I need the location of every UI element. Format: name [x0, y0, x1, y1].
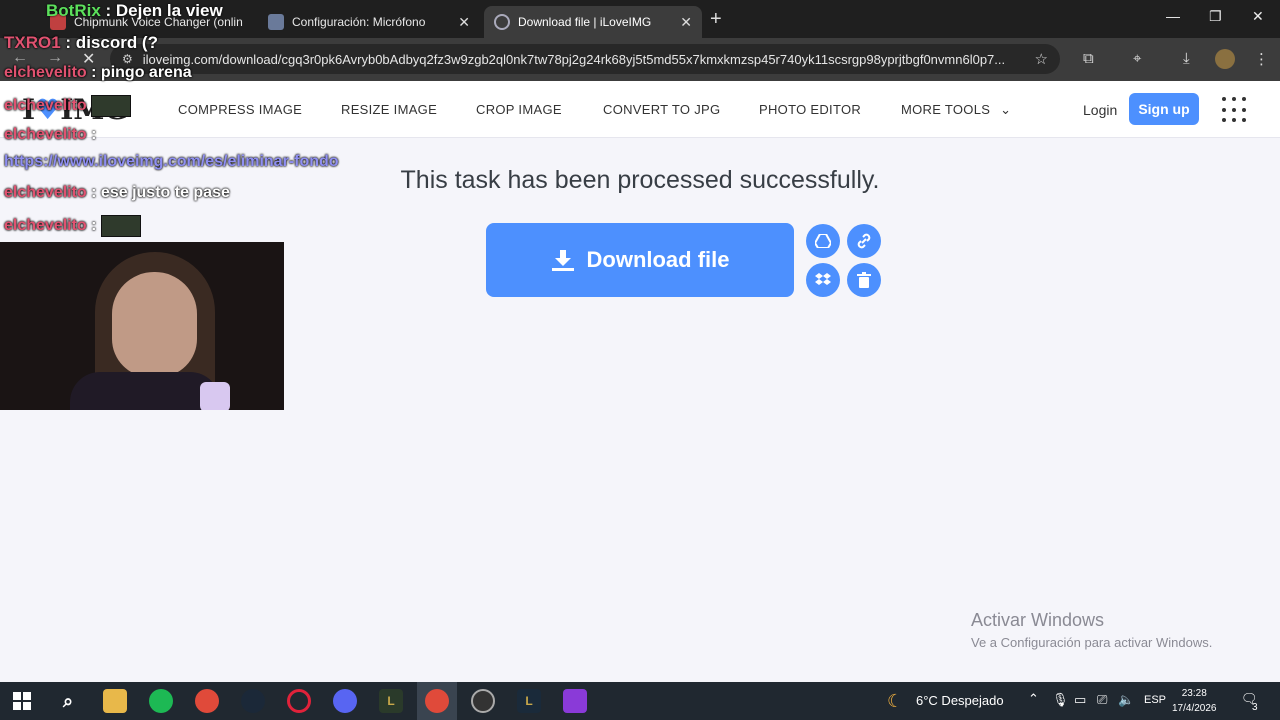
- download-icon: [551, 250, 574, 271]
- site-header: I♥IMG COMPRESS IMAGE RESIZE IMAGE CROP I…: [0, 81, 1280, 138]
- apps-grid-icon[interactable]: [1222, 97, 1248, 123]
- weather-moon-icon: ☾: [887, 691, 904, 711]
- clock[interactable]: 23:28 17/4/2026: [1172, 686, 1217, 716]
- extensions-icon[interactable]: ⧉: [1083, 50, 1094, 67]
- clock-date: 17/4/2026: [1172, 703, 1217, 714]
- microphone-icon[interactable]: 🎙: [1052, 692, 1069, 708]
- chat-username: BotRix: [46, 1, 101, 20]
- delete-button[interactable]: [847, 263, 881, 297]
- activate-windows-watermark: Activar Windows Ve a Configuración para …: [971, 610, 1212, 650]
- chat-message: : discord (?: [65, 33, 158, 52]
- menu-kebab-icon[interactable]: ⋮: [1254, 50, 1269, 68]
- more-tools-label: MORE TOOLS: [901, 102, 991, 117]
- minimize-icon[interactable]: —: [1166, 8, 1180, 24]
- clapper-icon[interactable]: [563, 689, 587, 713]
- discord-icon[interactable]: [333, 689, 357, 713]
- notification-count: 3: [1252, 702, 1258, 713]
- close-tab-icon[interactable]: ✕: [458, 14, 470, 31]
- nav-compress-image[interactable]: COMPRESS IMAGE: [178, 102, 302, 117]
- chrome-icon[interactable]: [195, 689, 219, 713]
- google-drive-button[interactable]: [806, 224, 840, 258]
- chat-line: elchevelito : pingo arena: [4, 64, 192, 82]
- nav-resize-image[interactable]: RESIZE IMAGE: [341, 102, 437, 117]
- webcam-feed: [0, 242, 284, 410]
- chat-emote: [100, 215, 141, 237]
- url-text[interactable]: iloveimg.com/download/cgq3r0pk6Avryb0bAd…: [143, 52, 1035, 67]
- league-icon[interactable]: L: [517, 689, 541, 713]
- chat-line: elchevelito: [4, 95, 132, 117]
- file-explorer-icon[interactable]: [103, 689, 127, 713]
- download-file-button[interactable]: Download file: [486, 223, 794, 297]
- chat-username: elchevelito: [4, 126, 87, 143]
- close-tab-icon[interactable]: ✕: [680, 14, 692, 31]
- watermark-line1: Activar Windows: [971, 610, 1105, 630]
- nav-crop-image[interactable]: CROP IMAGE: [476, 102, 562, 117]
- network-icon[interactable]: ▭: [1074, 692, 1086, 708]
- steam-icon[interactable]: [241, 689, 265, 713]
- spotify-icon[interactable]: [149, 689, 173, 713]
- chat-message: : ese justo te pase: [91, 184, 230, 201]
- chat-message: : Dejen la view: [105, 1, 223, 20]
- chat-separator: :: [91, 126, 97, 143]
- tab-configuracion[interactable]: Configuración: Micrófono ✕: [258, 6, 480, 38]
- nav-photo-editor[interactable]: PHOTO EDITOR: [759, 102, 861, 117]
- chat-username: elchevelito: [4, 97, 87, 115]
- chat-banner: BotRix : Dejen la view: [46, 1, 223, 21]
- new-tab-icon[interactable]: +: [710, 8, 722, 31]
- loading-icon: [494, 14, 510, 30]
- chat-username: elchevelito: [4, 217, 87, 235]
- chrome-icon[interactable]: [425, 689, 449, 713]
- nav-more-tools[interactable]: MORE TOOLS ⌄: [901, 102, 1011, 118]
- tab-label: Download file | iLoveIMG: [518, 15, 652, 29]
- download-label: Download file: [586, 247, 730, 272]
- dropbox-button[interactable]: [806, 263, 840, 297]
- signup-button[interactable]: Sign up: [1129, 93, 1199, 125]
- chat-line: elchevelito : ese justo te pase: [4, 184, 230, 202]
- tab-download-file[interactable]: Download file | iLoveIMG ✕: [484, 6, 702, 38]
- close-window-icon[interactable]: ✕: [1252, 8, 1264, 25]
- address-bar[interactable]: ⚙ iloveimg.com/download/cgq3r0pk6Avryb0b…: [110, 44, 1060, 74]
- bookmark-star-icon[interactable]: ☆: [1035, 50, 1048, 68]
- link-icon: [857, 233, 871, 249]
- volume-icon[interactable]: 🔈: [1118, 692, 1134, 708]
- chat-line: TXRO1 : discord (?: [4, 33, 158, 53]
- downloads-icon[interactable]: ⤓: [1183, 50, 1190, 67]
- chat-link: https://www.iloveimg.com/es/eliminar-fon…: [4, 153, 339, 170]
- browser-toolbar: ← → ✕ ⚙ iloveimg.com/download/cgq3r0pk6A…: [0, 38, 1280, 81]
- login-link[interactable]: Login: [1083, 102, 1117, 118]
- favicon-icon: [268, 14, 284, 30]
- windows-start-icon[interactable]: [10, 689, 34, 713]
- display-icon[interactable]: ⎚: [1097, 692, 1107, 708]
- tray-chevron-up-icon[interactable]: ⌃: [1028, 691, 1039, 707]
- google-drive-icon: [815, 234, 831, 248]
- chat-separator: :: [91, 217, 97, 235]
- cast-icon[interactable]: ⌖: [1133, 50, 1141, 67]
- trash-icon: [857, 272, 871, 288]
- chevron-down-icon: ⌄: [1000, 102, 1012, 117]
- weather-text[interactable]: 6°C Despejado: [916, 693, 1004, 708]
- windows-taskbar: ⌕ L L ☾ 6°C Despejado ⌃ 🎙 ▭ ⎚ 🔈 ESP 23:2…: [0, 682, 1280, 720]
- search-icon[interactable]: ⌕: [56, 689, 80, 713]
- dropbox-icon: [815, 273, 831, 285]
- nav-convert-to-jpg[interactable]: CONVERT TO JPG: [603, 102, 720, 117]
- league-client-icon[interactable]: L: [379, 689, 403, 713]
- share-link-button[interactable]: [847, 224, 881, 258]
- language-indicator[interactable]: ESP: [1144, 694, 1166, 706]
- restore-icon[interactable]: ❐: [1209, 8, 1222, 25]
- chat-emote: [91, 95, 132, 117]
- chat-username: elchevelito: [4, 184, 87, 201]
- obs-icon[interactable]: [471, 689, 495, 713]
- clock-time: 23:28: [1181, 688, 1207, 699]
- chat-username: TXRO1: [4, 33, 61, 52]
- chat-username: elchevelito: [4, 64, 87, 81]
- tab-label: Configuración: Micrófono: [292, 15, 426, 29]
- chat-message: : pingo arena: [91, 64, 192, 81]
- profile-avatar[interactable]: [1215, 49, 1235, 69]
- chat-line: https://www.iloveimg.com/es/eliminar-fon…: [4, 153, 339, 171]
- opera-icon[interactable]: [287, 689, 311, 713]
- chat-line: elchevelito :: [4, 126, 96, 144]
- chat-line: elchevelito :: [4, 215, 141, 237]
- watermark-line2: Ve a Configuración para activar Windows.: [971, 635, 1213, 650]
